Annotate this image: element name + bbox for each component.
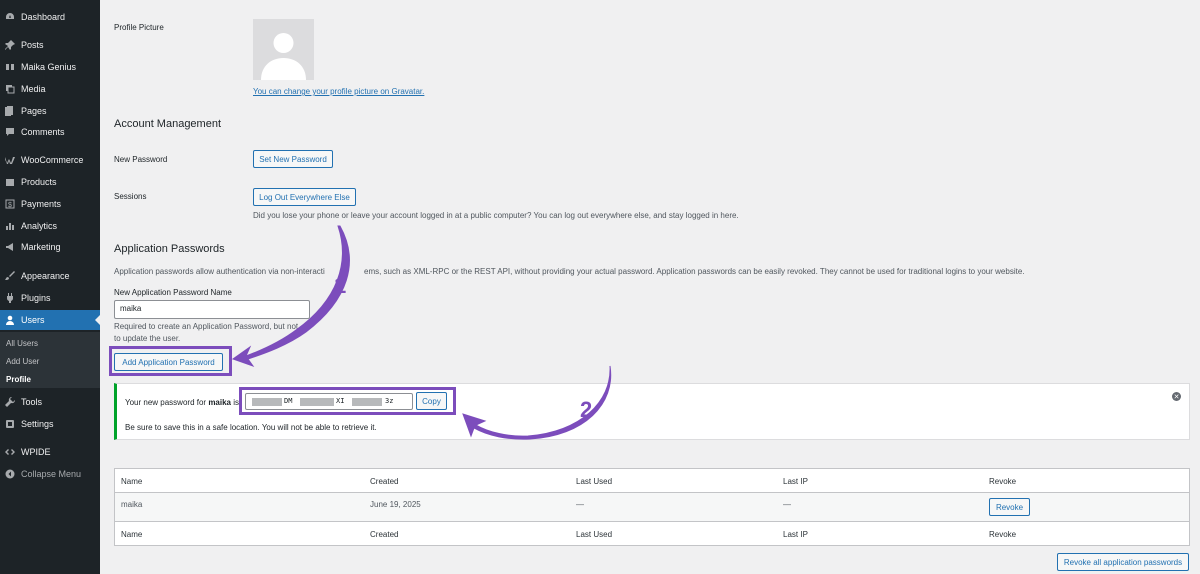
log-out-everywhere-button[interactable]: Log Out Everywhere Else — [253, 188, 356, 206]
avatar-placeholder-icon — [261, 33, 306, 80]
table-row: maika June 19, 2025 — — Revoke — [115, 493, 1189, 522]
menu-settings[interactable]: Settings — [0, 414, 100, 434]
row-last-ip: — — [783, 500, 791, 509]
sessions-label: Sessions — [114, 192, 147, 201]
annotation-step-1: 1 — [334, 273, 346, 298]
menu-users[interactable]: Users — [0, 310, 100, 330]
row-last-used: — — [576, 500, 584, 509]
dollar-icon: $ — [5, 199, 15, 209]
annotation-arrow-1 — [231, 225, 350, 367]
app-password-hint-line1: Required to create an Application Passwo… — [114, 322, 299, 331]
collapse-menu-button[interactable]: Collapse Menu — [0, 464, 100, 484]
col-name: Name — [121, 477, 143, 486]
col-created-footer: Created — [370, 530, 399, 539]
menu-payments[interactable]: $ Payments — [0, 194, 100, 214]
menu-marketing[interactable]: Marketing — [0, 237, 100, 257]
settings-icon — [5, 419, 15, 429]
app-passwords-table: Name Created Last Used Last IP Revoke ma… — [114, 468, 1190, 546]
submenu-add-user[interactable]: Add User — [6, 357, 39, 366]
menu-pages[interactable]: Pages — [0, 101, 100, 121]
menu-products[interactable]: Products — [0, 172, 100, 192]
users-submenu: All Users Add User Profile — [0, 332, 100, 388]
application-passwords-heading: Application Passwords — [114, 243, 225, 255]
menu-plugins[interactable]: Plugins — [0, 288, 100, 308]
user-icon — [5, 315, 15, 325]
genius-icon — [5, 62, 15, 72]
row-name: maika — [121, 500, 143, 509]
submenu-profile[interactable]: Profile — [6, 375, 31, 384]
profile-picture-label: Profile Picture — [114, 23, 164, 32]
media-icon — [5, 84, 15, 94]
col-created: Created — [370, 477, 399, 486]
new-password-label: New Password — [114, 155, 168, 164]
svg-text:$: $ — [8, 202, 12, 209]
megaphone-icon — [5, 242, 15, 252]
revoke-all-button[interactable]: Revoke all application passwords — [1057, 553, 1189, 571]
app-password-name-label: New Application Password Name — [114, 288, 232, 297]
app-passwords-description-part1: Application passwords allow authenticati… — [114, 267, 325, 276]
menu-dashboard[interactable]: Dashboard — [0, 7, 100, 27]
brush-icon — [5, 271, 15, 281]
comment-icon — [5, 127, 15, 137]
page-icon — [5, 106, 15, 116]
table-footer: Name Created Last Used Last IP Revoke — [115, 522, 1189, 546]
app-password-name-input[interactable]: maika — [114, 300, 310, 319]
menu-wpide[interactable]: WPIDE — [0, 442, 100, 462]
table-header: Name Created Last Used Last IP Revoke — [115, 469, 1189, 493]
col-name-footer: Name — [121, 530, 143, 539]
app-passwords-description-part2: ems, such as XML-RPC or the REST API, wi… — [364, 267, 1025, 276]
col-revoke: Revoke — [989, 477, 1017, 486]
woo-icon — [5, 155, 15, 165]
row-created: June 19, 2025 — [370, 500, 421, 509]
col-last-ip-footer: Last IP — [783, 530, 808, 539]
notice-message: Your new password for maika is: — [125, 398, 242, 407]
revoke-button[interactable]: Revoke — [989, 498, 1030, 516]
dismiss-notice-icon[interactable]: ✕ — [1172, 392, 1181, 401]
gravatar-link[interactable]: You can change your profile picture on G… — [253, 87, 424, 96]
copy-button[interactable]: Copy — [416, 392, 447, 410]
code-icon — [5, 447, 15, 457]
avatar — [253, 19, 314, 80]
save-warning: Be sure to save this in a safe location.… — [125, 423, 377, 432]
bar-chart-icon — [5, 221, 15, 231]
wrench-icon — [5, 397, 15, 407]
menu-analytics[interactable]: Analytics — [0, 216, 100, 236]
sessions-description: Did you lose your phone or leave your ac… — [253, 211, 739, 220]
admin-sidebar: Dashboard Posts Maika Genius Media Pages… — [0, 0, 100, 574]
menu-media[interactable]: Media — [0, 79, 100, 99]
menu-appearance[interactable]: Appearance — [0, 266, 100, 286]
plug-icon — [5, 293, 15, 303]
app-password-hint-line2: to update the user. — [114, 334, 181, 343]
menu-tools[interactable]: Tools — [0, 392, 100, 412]
menu-maika-genius[interactable]: Maika Genius — [0, 57, 100, 77]
set-new-password-button[interactable]: Set New Password — [253, 150, 333, 168]
col-revoke-footer: Revoke — [989, 530, 1017, 539]
box-icon — [5, 177, 15, 187]
active-indicator — [95, 315, 100, 325]
submenu-all-users[interactable]: All Users — [6, 339, 38, 348]
account-management-heading: Account Management — [114, 118, 222, 130]
collapse-icon — [5, 469, 15, 479]
col-last-used: Last Used — [576, 477, 613, 486]
col-last-used-footer: Last Used — [576, 530, 613, 539]
col-last-ip: Last IP — [783, 477, 808, 486]
pin-icon — [5, 40, 15, 50]
menu-comments[interactable]: Comments — [0, 122, 100, 142]
menu-woocommerce[interactable]: WooCommerce — [0, 150, 100, 170]
dashboard-icon — [5, 12, 15, 22]
add-application-password-button[interactable]: Add Application Password — [114, 353, 223, 371]
menu-posts[interactable]: Posts — [0, 35, 100, 55]
